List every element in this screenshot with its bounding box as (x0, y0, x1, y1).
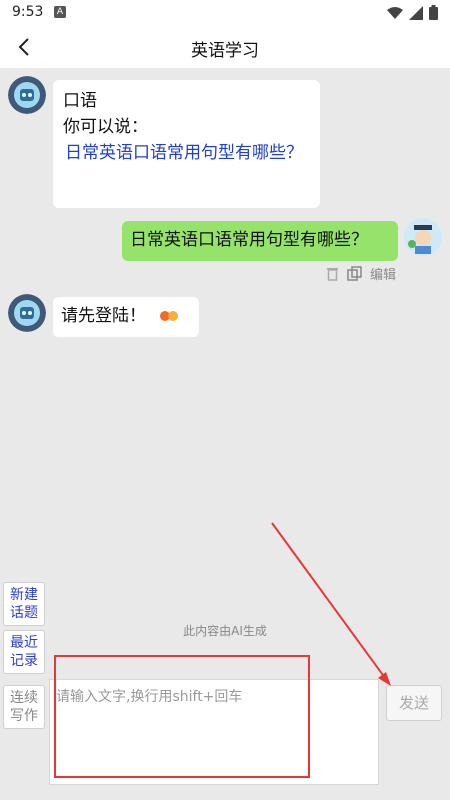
notification-icon: A (54, 6, 66, 18)
battery-icon (429, 5, 438, 20)
user-avatar (404, 218, 442, 256)
new-topic-button[interactable]: 新建话题 (3, 582, 45, 626)
message-actions: 编辑 (326, 264, 396, 283)
wifi-icon (387, 6, 403, 19)
status-bar: 9:53 A (0, 0, 450, 26)
suggested-question-link[interactable]: 日常英语口语常用句型有哪些？ (63, 140, 310, 166)
bot-avatar (8, 76, 46, 114)
status-icons (387, 5, 438, 20)
ai-generated-note: 此内容由AI生成 (183, 624, 267, 638)
bot-avatar (8, 294, 46, 332)
bot-message-text: 请先登陆！ (61, 306, 146, 326)
bot-message-bubble: 请先登陆！ (53, 297, 199, 337)
copy-icon[interactable] (347, 266, 362, 281)
trash-icon[interactable] (326, 266, 339, 281)
continuous-writing-button[interactable]: 连续写作 (3, 685, 45, 729)
recent-records-button[interactable]: 最近记录 (3, 630, 45, 674)
highlight-box (54, 655, 310, 778)
user-message-text: 日常英语口语常用句型有哪些？ (130, 230, 368, 250)
edit-button[interactable]: 编辑 (370, 264, 396, 283)
nav-bar: 英语学习 (0, 26, 450, 68)
send-button[interactable]: 发送 (386, 685, 442, 721)
user-message-bubble: 日常英语口语常用句型有哪些？ (122, 221, 398, 261)
loading-icon (160, 311, 179, 321)
status-time: 9:53 (12, 4, 44, 20)
page-title: 英语学习 (191, 41, 259, 61)
message-line: 你可以说： (63, 117, 148, 137)
signal-icon (409, 5, 423, 20)
message-line: 口语 (63, 91, 97, 111)
bot-message-bubble: 口语 你可以说： 日常英语口语常用句型有哪些？ (53, 80, 320, 208)
